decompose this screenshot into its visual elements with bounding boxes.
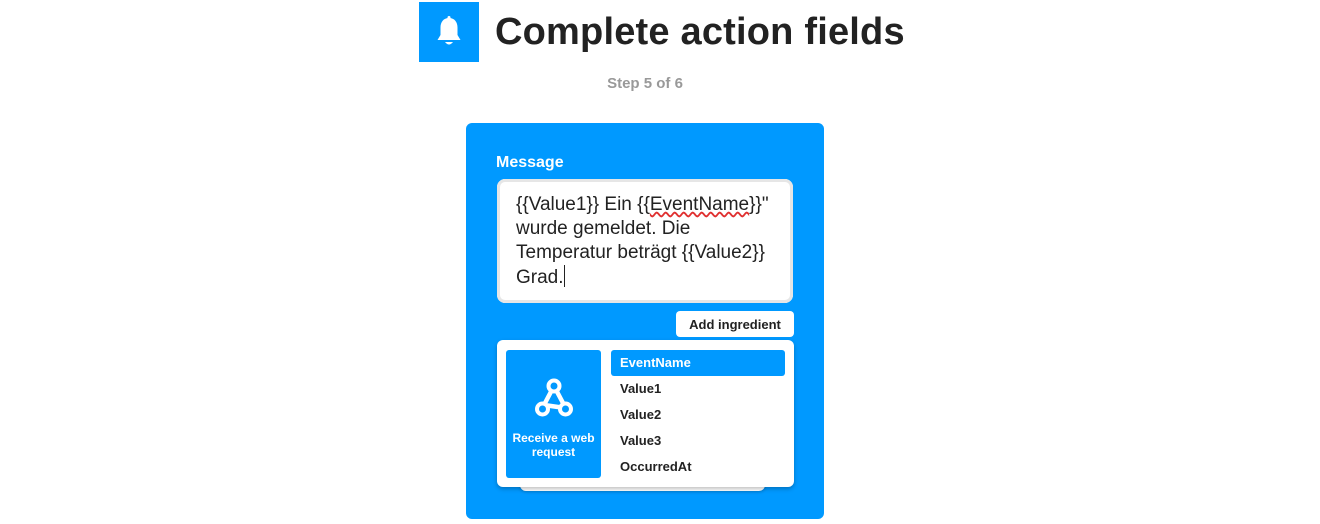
- ingredient-value1[interactable]: Value1: [611, 376, 785, 402]
- message-token-open: {{: [637, 194, 650, 215]
- ingredient-value3[interactable]: Value3: [611, 428, 785, 454]
- message-text-part: {{Value1}} Ein: [516, 194, 638, 215]
- step-indicator: Step 5 of 6: [607, 75, 683, 92]
- message-input[interactable]: {{Value1}} Ein {{EventName}}" wurde geme…: [497, 179, 793, 303]
- ingredient-eventname[interactable]: EventName: [611, 350, 785, 376]
- ingredients-dropdown: Receive a web request EventName Value1 V…: [497, 340, 794, 487]
- message-field-label: Message: [496, 154, 564, 171]
- page-header: Complete action fields: [419, 2, 905, 62]
- ingredient-list: EventName Value1 Value2 Value3 OccurredA…: [611, 350, 785, 480]
- message-token-close: }}: [749, 194, 762, 215]
- bell-icon: [419, 2, 479, 62]
- message-token-eventname: EventName: [649, 194, 750, 215]
- add-ingredient-button[interactable]: Add ingredient: [676, 311, 794, 337]
- page-title: Complete action fields: [495, 10, 905, 53]
- action-fields-card: Message {{Value1}} Ein {{EventName}}" wu…: [466, 123, 824, 519]
- service-name: Receive a web request: [512, 431, 595, 459]
- webhook-icon: [535, 378, 573, 417]
- ingredient-value2[interactable]: Value2: [611, 402, 785, 428]
- service-tile-webhooks[interactable]: Receive a web request: [506, 350, 601, 478]
- ingredient-occurredat[interactable]: OccurredAt: [611, 454, 785, 480]
- text-caret: [563, 265, 565, 287]
